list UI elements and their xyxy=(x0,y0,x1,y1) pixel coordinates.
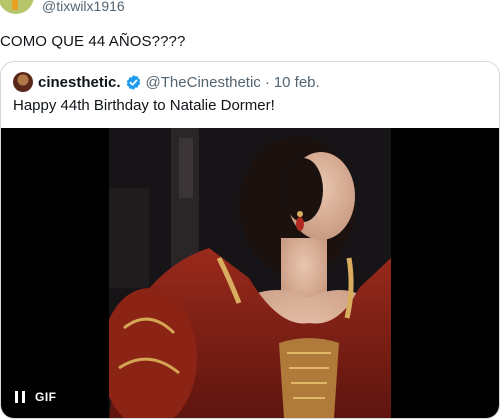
gif-frame-image xyxy=(109,128,391,418)
author-handle[interactable]: @tixwilx1916 xyxy=(42,0,125,14)
gif-frame xyxy=(109,128,391,418)
tweet-text: COMO QUE 44 AÑOS???? xyxy=(0,33,186,50)
verified-badge-icon xyxy=(125,74,142,91)
quoted-author-avatar[interactable] xyxy=(13,72,33,92)
pause-icon[interactable] xyxy=(15,391,25,403)
quoted-author-handle[interactable]: @TheCinesthetic xyxy=(146,74,261,91)
quoted-tweet-text: Happy 44th Birthday to Natalie Dormer! xyxy=(13,97,275,114)
quoted-tweet-header: cinesthetic. @TheCinesthetic · 10 feb. xyxy=(13,72,320,92)
quoted-tweet-date[interactable]: 10 feb. xyxy=(274,74,320,91)
gif-media[interactable]: GIF xyxy=(1,128,499,418)
separator-dot: · xyxy=(264,73,270,91)
quoted-author-name[interactable]: cinesthetic. xyxy=(38,74,121,91)
gif-controls[interactable]: GIF xyxy=(15,390,57,404)
gif-badge: GIF xyxy=(35,390,57,404)
quoted-tweet-card[interactable]: cinesthetic. @TheCinesthetic · 10 feb. H… xyxy=(0,61,500,419)
author-avatar[interactable] xyxy=(0,0,34,14)
